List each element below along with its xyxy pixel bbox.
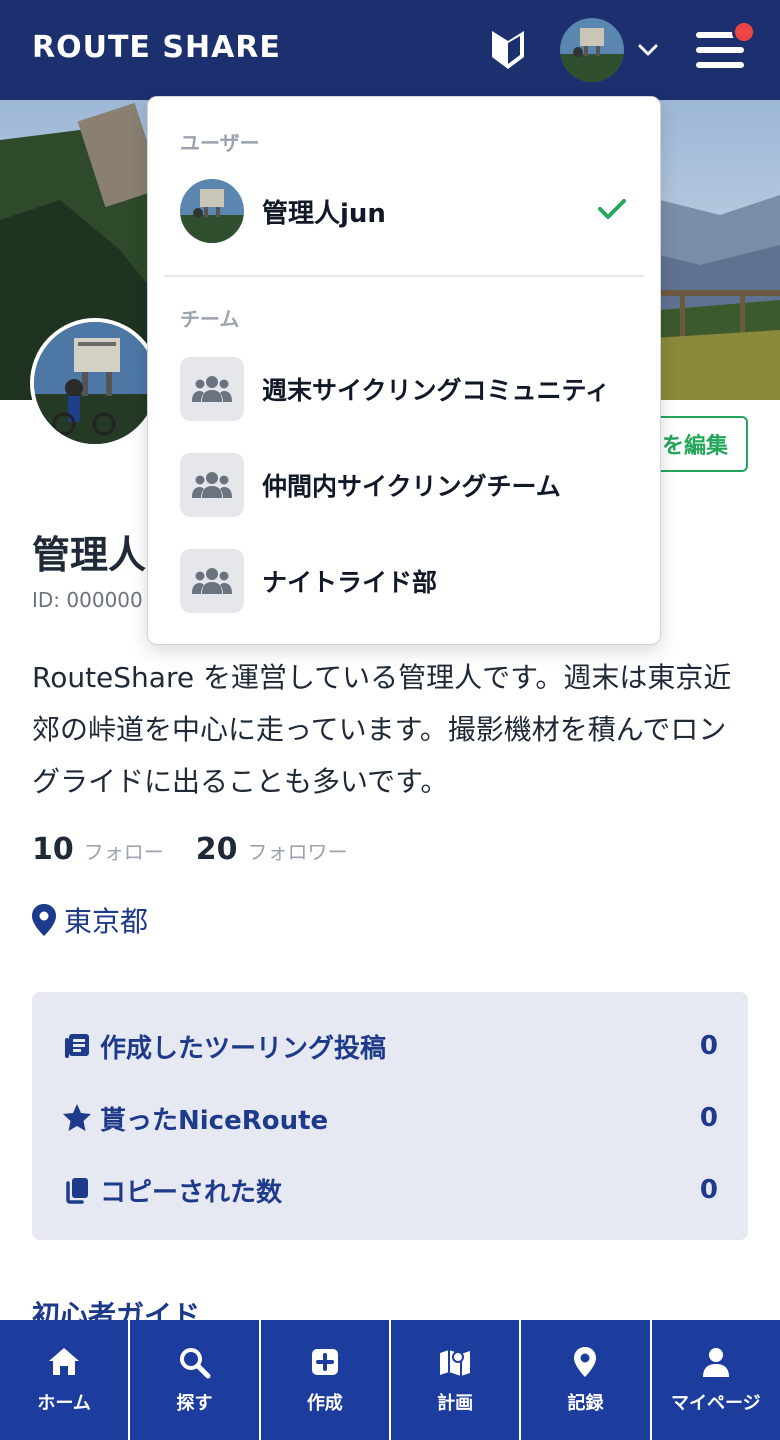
home-icon: [49, 1348, 80, 1375]
bottom-nav: ホーム 探す 作成 計画 記録 マイページ: [0, 1320, 780, 1440]
notification-dot: [732, 20, 756, 44]
nav-create[interactable]: 作成: [261, 1320, 391, 1440]
user-name: 管理人jun: [262, 198, 386, 229]
nav-label: マイページ: [670, 1393, 761, 1414]
team-name: 仲間内サイクリングチーム: [262, 472, 561, 501]
search-icon: [180, 1348, 211, 1379]
dropdown-team-item[interactable]: 週末サイクリングコミュニティ: [180, 357, 630, 421]
account-switcher-dropdown: ユーザー 管理人jun チーム 週末サイクリングコミュニティ 仲間内サイクリング…: [147, 96, 661, 645]
nav-label: 探す: [176, 1393, 213, 1414]
profile-id: ID: 000000: [32, 588, 143, 612]
dropdown-team-item[interactable]: 仲間内サイクリングチーム: [180, 453, 630, 517]
follow-count[interactable]: 10: [32, 832, 74, 867]
user-section-heading: ユーザー: [180, 131, 260, 155]
beginner-mark-icon[interactable]: [490, 29, 526, 71]
star-icon: [62, 1103, 92, 1133]
nav-label: 記録: [567, 1393, 604, 1414]
summary-row-copied[interactable]: コピーされた数 0: [62, 1170, 718, 1210]
logo[interactable]: ROUTE SHARE: [32, 30, 281, 65]
nav-home[interactable]: ホーム: [0, 1320, 131, 1440]
summary-value: 0: [699, 1103, 718, 1133]
follower-label[interactable]: フォロワー: [248, 836, 348, 865]
nav-record[interactable]: 記録: [521, 1320, 652, 1440]
summary-value: 0: [699, 1031, 718, 1061]
summary-label: コピーされた数: [100, 1177, 283, 1208]
summary-label: 作成したツーリング投稿: [100, 1033, 387, 1064]
checkmark-icon: [598, 199, 626, 219]
header-avatar[interactable]: [560, 18, 624, 82]
user-icon: [702, 1348, 729, 1377]
map-pin-icon: [32, 904, 56, 936]
dropdown-user-item[interactable]: 管理人jun: [180, 179, 630, 243]
summary-label: 貰ったNiceRoute: [100, 1105, 329, 1136]
nav-label: ホーム: [37, 1393, 91, 1414]
team-icon: [180, 549, 244, 613]
dropdown-team-item[interactable]: ナイトライド部: [180, 549, 630, 613]
post-icon: [62, 1031, 92, 1061]
profile-avatar[interactable]: [30, 318, 160, 448]
location: 東京都: [32, 900, 148, 940]
nav-label: 計画: [437, 1393, 474, 1414]
team-icon: [180, 453, 244, 517]
summary-row-posts[interactable]: 作成したツーリング投稿 0: [62, 1026, 718, 1066]
plus-square-icon: [311, 1349, 338, 1375]
follow-label[interactable]: フォロー: [84, 836, 164, 865]
summary-value: 0: [699, 1175, 718, 1205]
user-avatar: [180, 179, 244, 243]
nav-mypage[interactable]: マイページ: [652, 1320, 780, 1440]
profile-name: 管理人: [32, 533, 147, 577]
copy-icon: [62, 1175, 92, 1205]
team-section-heading: チーム: [180, 307, 240, 331]
pin-icon: [574, 1347, 597, 1377]
profile-bio: RouteShare を運営している管理人です。週末は東京近郊の峠道を中心に走っ…: [32, 661, 732, 798]
chevron-down-icon[interactable]: [636, 38, 660, 62]
app-header: ROUTE SHARE: [0, 0, 780, 100]
location-text: 東京都: [64, 905, 149, 938]
activity-summary: 作成したツーリング投稿 0 貰ったNiceRoute 0 コピーされた数 0: [32, 992, 748, 1240]
dropdown-divider: [164, 275, 644, 277]
follower-count[interactable]: 20: [196, 832, 238, 867]
team-icon: [180, 357, 244, 421]
team-name: 週末サイクリングコミュニティ: [262, 376, 611, 405]
nav-label: 作成: [306, 1393, 343, 1414]
nav-search[interactable]: 探す: [130, 1320, 261, 1440]
nav-plan[interactable]: 計画: [391, 1320, 522, 1440]
summary-row-niceroute[interactable]: 貰ったNiceRoute 0: [62, 1098, 718, 1138]
team-name: ナイトライド部: [262, 568, 438, 597]
map-icon: [440, 1350, 471, 1376]
follow-stats: 10 フォロー 20 フォロワー: [32, 832, 370, 867]
